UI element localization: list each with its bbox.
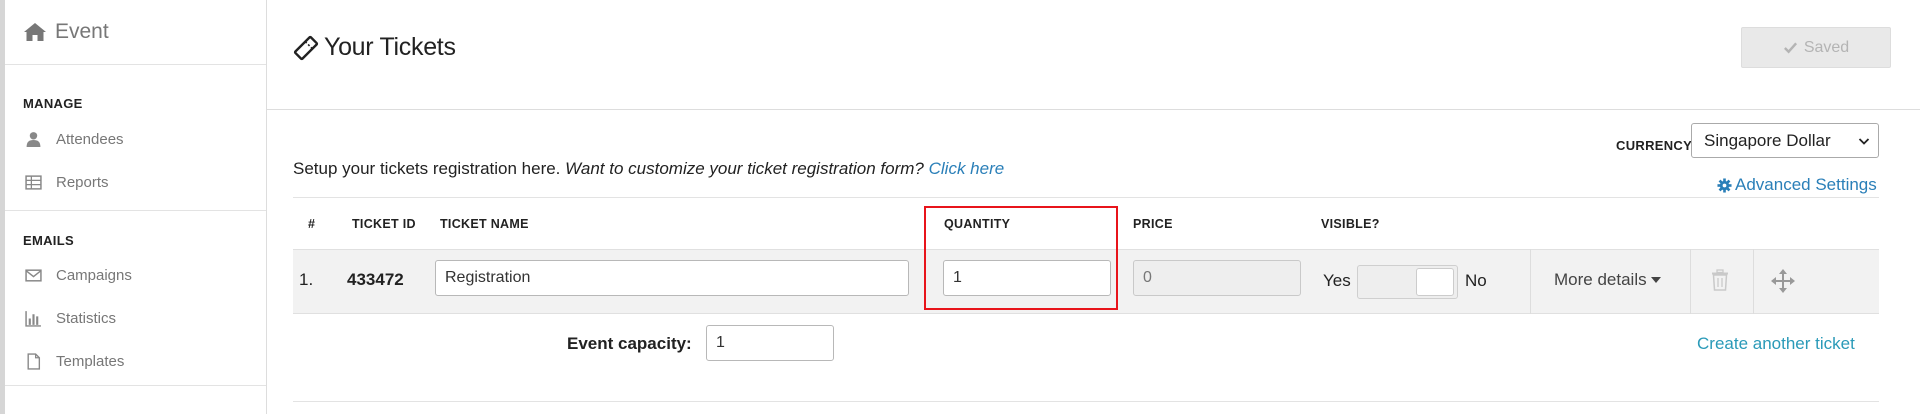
sidebar-item-label: Campaigns xyxy=(56,267,132,284)
saved-button[interactable]: Saved xyxy=(1741,27,1891,68)
event-capacity-input[interactable]: 1 xyxy=(706,325,834,361)
row-index: 1. xyxy=(299,270,314,289)
sidebar: Event MANAGE Attendees Reports EMAILS Ca… xyxy=(0,0,267,414)
sidebar-item-templates[interactable]: Templates xyxy=(5,340,266,383)
column-header-visible: VISIBLE? xyxy=(1321,217,1380,231)
sidebar-item-reports[interactable]: Reports xyxy=(5,161,266,204)
advanced-settings-label: Advanced Settings xyxy=(1735,175,1877,194)
ticket-name-input[interactable]: Registration xyxy=(435,260,909,296)
more-details-dropdown[interactable]: More details xyxy=(1554,270,1661,290)
sidebar-item-attendees[interactable]: Attendees xyxy=(5,118,266,161)
gear-icon xyxy=(1717,177,1732,193)
column-divider xyxy=(1753,249,1754,314)
bar-chart-icon xyxy=(25,311,41,327)
sidebar-divider xyxy=(5,385,266,386)
sidebar-item-label: Templates xyxy=(56,353,125,370)
visible-no-label: No xyxy=(1465,271,1487,290)
column-header-price: PRICE xyxy=(1133,217,1173,231)
manage-heading: MANAGE xyxy=(23,96,83,111)
ticket-icon xyxy=(293,35,319,60)
check-icon xyxy=(1783,42,1797,54)
sidebar-item-label: Attendees xyxy=(56,131,124,148)
saved-button-label: Saved xyxy=(1803,38,1850,56)
sidebar-item-label: Reports xyxy=(56,174,109,191)
sidebar-header[interactable]: Event xyxy=(5,0,266,65)
price-input[interactable]: 0 xyxy=(1133,260,1301,296)
toggle-knob[interactable] xyxy=(1416,268,1454,296)
column-header-ticket-id: TICKET ID xyxy=(352,217,416,231)
user-icon xyxy=(26,132,41,147)
setup-question: Want to customize your ticket registrati… xyxy=(565,159,924,178)
currency-selected-value: Singapore Dollar xyxy=(1704,130,1831,150)
page-title: Your Tickets xyxy=(293,33,456,62)
chevron-down-icon xyxy=(1858,138,1870,145)
visible-yes-label: Yes xyxy=(1323,271,1351,290)
setup-text: Setup your tickets registration here. Wa… xyxy=(293,159,1004,179)
ticket-id: 433472 xyxy=(347,270,404,289)
column-divider xyxy=(1530,249,1531,314)
visible-toggle[interactable] xyxy=(1357,265,1458,299)
advanced-settings-link[interactable]: Advanced Settings xyxy=(1717,175,1877,195)
file-icon xyxy=(27,353,41,370)
currency-select[interactable]: Singapore Dollar xyxy=(1691,123,1879,158)
click-here-link[interactable]: Click here xyxy=(929,159,1005,178)
event-capacity-label: Event capacity: xyxy=(567,334,692,353)
trash-icon[interactable] xyxy=(1710,269,1730,291)
sidebar-divider xyxy=(5,210,266,211)
page-title-text: Your Tickets xyxy=(324,33,456,61)
currency-label: CURRENCY xyxy=(1616,138,1693,153)
table-top-border xyxy=(293,197,1879,198)
envelope-icon xyxy=(25,269,42,282)
sidebar-title: Event xyxy=(55,20,109,43)
page-header: Your Tickets Saved xyxy=(267,0,1920,110)
caret-down-icon xyxy=(1650,277,1661,283)
table-icon xyxy=(25,175,42,190)
emails-heading: EMAILS xyxy=(23,233,74,248)
column-header-ticket-name: TICKET NAME xyxy=(440,217,529,231)
home-icon xyxy=(24,23,46,41)
sidebar-item-campaigns[interactable]: Campaigns xyxy=(5,254,266,297)
section-divider xyxy=(293,401,1879,402)
column-header-num: # xyxy=(308,217,316,231)
setup-intro: Setup your tickets registration here. xyxy=(293,159,561,178)
column-divider xyxy=(1690,249,1691,314)
sidebar-item-label: Statistics xyxy=(56,310,117,327)
move-icon[interactable] xyxy=(1771,269,1795,293)
sidebar-item-statistics[interactable]: Statistics xyxy=(5,297,266,340)
more-details-label: More details xyxy=(1554,270,1647,289)
quantity-highlight-box xyxy=(924,206,1118,310)
create-another-ticket-link[interactable]: Create another ticket xyxy=(1697,334,1855,354)
